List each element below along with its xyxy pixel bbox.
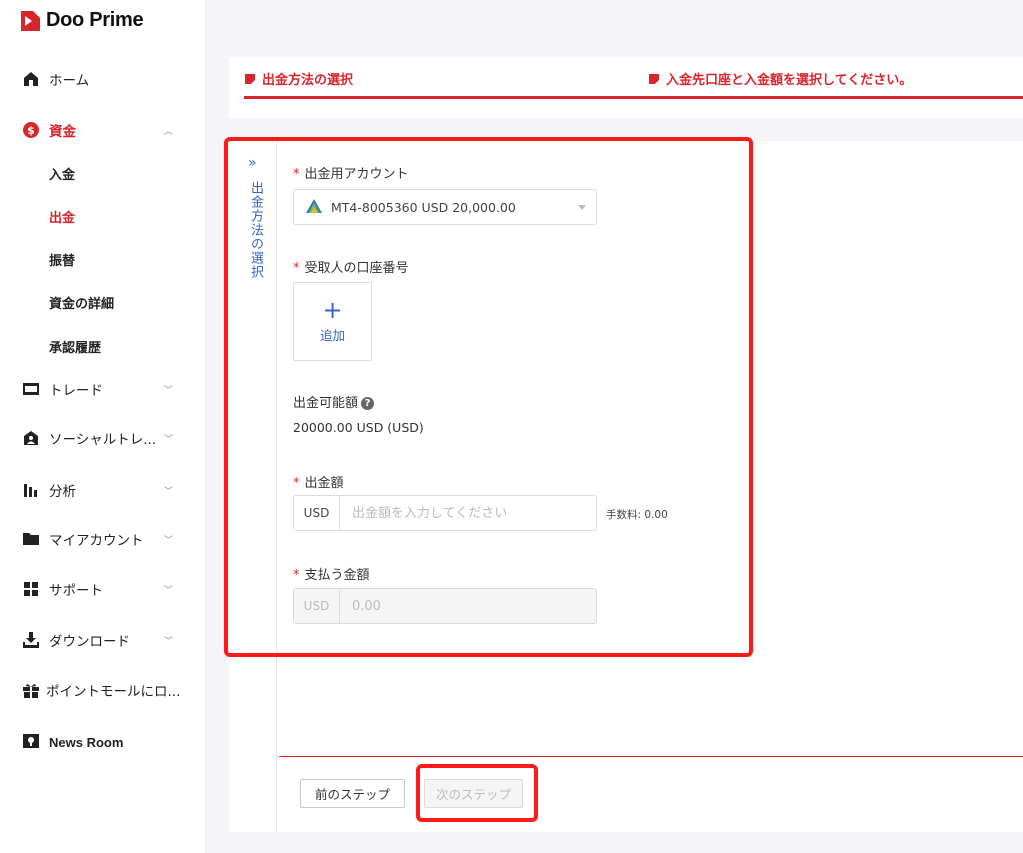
pay-label-text: 支払う金額 <box>304 568 370 583</box>
sidebar-sub-approval-history[interactable]: 承認履歴 <box>49 337 101 356</box>
required-mark: * <box>293 568 300 583</box>
sidebar-item-label: ポイントモールにロ... <box>46 684 181 700</box>
sidebar-sub-withdraw[interactable]: 出金 <box>49 207 75 226</box>
gift-icon <box>22 681 40 699</box>
sidebar-item-funds[interactable]: $ 資金 ︿ <box>0 110 206 150</box>
chevron-up-icon: ︿ <box>164 126 174 137</box>
grid-icon <box>22 580 40 598</box>
sidebar-item-label: サポート <box>49 583 103 599</box>
step-progress-line <box>244 96 1023 99</box>
step-header: 出金方法の選択 入金先口座と入金額を選択してください。 <box>229 57 1023 118</box>
pay-currency: USD <box>294 589 340 623</box>
sidebar-item-label: マイアカウント <box>49 533 144 549</box>
sidebar-item-label: ソーシャルトレ... <box>49 432 157 448</box>
amount-input[interactable] <box>340 496 596 530</box>
account-select-value: MT4-8005360 USD 20,000.00 <box>331 199 516 215</box>
chevron-down-icon: ﹀ <box>164 535 174 546</box>
sidebar-item-label: 分析 <box>49 484 76 500</box>
amount-input-group: USD <box>293 495 597 531</box>
question-icon[interactable]: ? <box>361 397 375 410</box>
download-icon <box>22 631 40 649</box>
step-2: 入金先口座と入金額を選択してください。 <box>649 69 912 88</box>
sidebar-item-my-account[interactable]: マイアカウント ﹀ <box>0 519 206 559</box>
next-step-button[interactable]: 次のステップ <box>424 779 523 808</box>
vertical-tab-label: 出金方法の選択 <box>248 181 263 279</box>
caret-down-icon <box>578 205 586 210</box>
step-1: 出金方法の選択 <box>245 69 353 88</box>
sidebar-item-label: トレード <box>49 383 103 399</box>
top-bar <box>207 0 1023 57</box>
bottom-divider <box>279 756 1023 757</box>
sidebar-item-label: News Room <box>49 734 124 750</box>
brand-name: Doo Prime <box>46 9 144 31</box>
amount-currency: USD <box>294 496 340 530</box>
news-icon <box>22 733 40 751</box>
sidebar-sub-fund-details[interactable]: 資金の詳細 <box>49 293 114 312</box>
folder-icon <box>22 530 40 548</box>
sidebar-sub-deposit[interactable]: 入金 <box>49 164 75 183</box>
account-label: * 出金用アカウント <box>293 163 409 182</box>
sidebar-item-home[interactable]: ホーム <box>0 59 206 99</box>
add-receiver-button[interactable]: + 追加 <box>293 282 372 361</box>
collapse-tab[interactable]: » 出金方法の選択 <box>229 141 277 832</box>
step-flag-icon <box>649 73 659 84</box>
chevron-down-icon: ﹀ <box>164 385 174 396</box>
sidebar-item-analysis[interactable]: 分析 ﹀ <box>0 470 206 510</box>
step-flag-icon <box>245 73 255 84</box>
main-panel <box>229 141 1023 832</box>
sidebar-item-download[interactable]: ダウンロード ﹀ <box>0 620 206 660</box>
add-label: 追加 <box>319 328 345 343</box>
bar-chart-icon <box>22 481 40 499</box>
metatrader-icon <box>306 199 322 213</box>
receiver-label: * 受取人の口座番号 <box>293 257 409 276</box>
sidebar: Doo Prime ホーム $ 資金 ︿ 入金 出金 振替 資金の詳細 承認履歴… <box>0 0 206 853</box>
chevron-down-icon: ﹀ <box>164 434 174 445</box>
sidebar-item-support[interactable]: サポート ﹀ <box>0 569 206 609</box>
sidebar-item-label: 資金 <box>49 124 76 140</box>
required-mark: * <box>293 476 300 491</box>
sidebar-item-label: ホーム <box>49 73 90 89</box>
step-2-label: 入金先口座と入金額を選択してください。 <box>666 73 913 88</box>
step-1-label: 出金方法の選択 <box>262 73 354 88</box>
required-mark: * <box>293 167 300 182</box>
account-label-text: 出金用アカウント <box>304 167 409 182</box>
plus-icon: + <box>322 296 343 324</box>
chevron-down-icon: ﹀ <box>164 585 174 596</box>
card-icon <box>22 380 40 398</box>
sidebar-item-label: ダウンロード <box>49 634 130 650</box>
receiver-label-text: 受取人の口座番号 <box>304 261 409 276</box>
chevron-down-icon: ﹀ <box>164 636 174 647</box>
amount-label: * 出金額 <box>293 472 344 491</box>
sidebar-item-trade[interactable]: トレード ﹀ <box>0 369 206 409</box>
sidebar-item-points-mall[interactable]: ポイントモールにロ... <box>0 670 206 710</box>
account-select[interactable]: MT4-8005360 USD 20,000.00 <box>293 189 597 225</box>
sidebar-item-news-room[interactable]: News Room <box>0 722 206 762</box>
home-icon <box>22 70 40 88</box>
sidebar-sub-transfer[interactable]: 振替 <box>49 250 75 269</box>
available-label-text: 出金可能額 <box>293 396 359 411</box>
social-user-icon <box>22 429 40 447</box>
logo[interactable]: Doo Prime <box>21 9 144 32</box>
sidebar-item-social-trade[interactable]: ソーシャルトレ... ﹀ <box>0 418 206 458</box>
svg-text:$: $ <box>27 124 35 137</box>
prev-step-button[interactable]: 前のステップ <box>300 779 405 808</box>
fee-text: 手数料: 0.00 <box>606 509 668 521</box>
pay-input-group: USD <box>293 588 597 624</box>
chevron-down-icon: ﹀ <box>164 486 174 497</box>
pay-input <box>340 589 596 623</box>
amount-label-text: 出金額 <box>304 476 344 491</box>
available-value: 20000.00 USD (USD) <box>293 420 424 435</box>
required-mark: * <box>293 261 300 276</box>
dollar-circle-icon: $ <box>22 121 40 139</box>
pay-label: * 支払う金額 <box>293 564 370 583</box>
available-label: 出金可能額? <box>293 392 375 411</box>
double-chevron-right-icon[interactable]: » <box>248 155 257 171</box>
doo-prime-logo-icon <box>21 10 40 31</box>
